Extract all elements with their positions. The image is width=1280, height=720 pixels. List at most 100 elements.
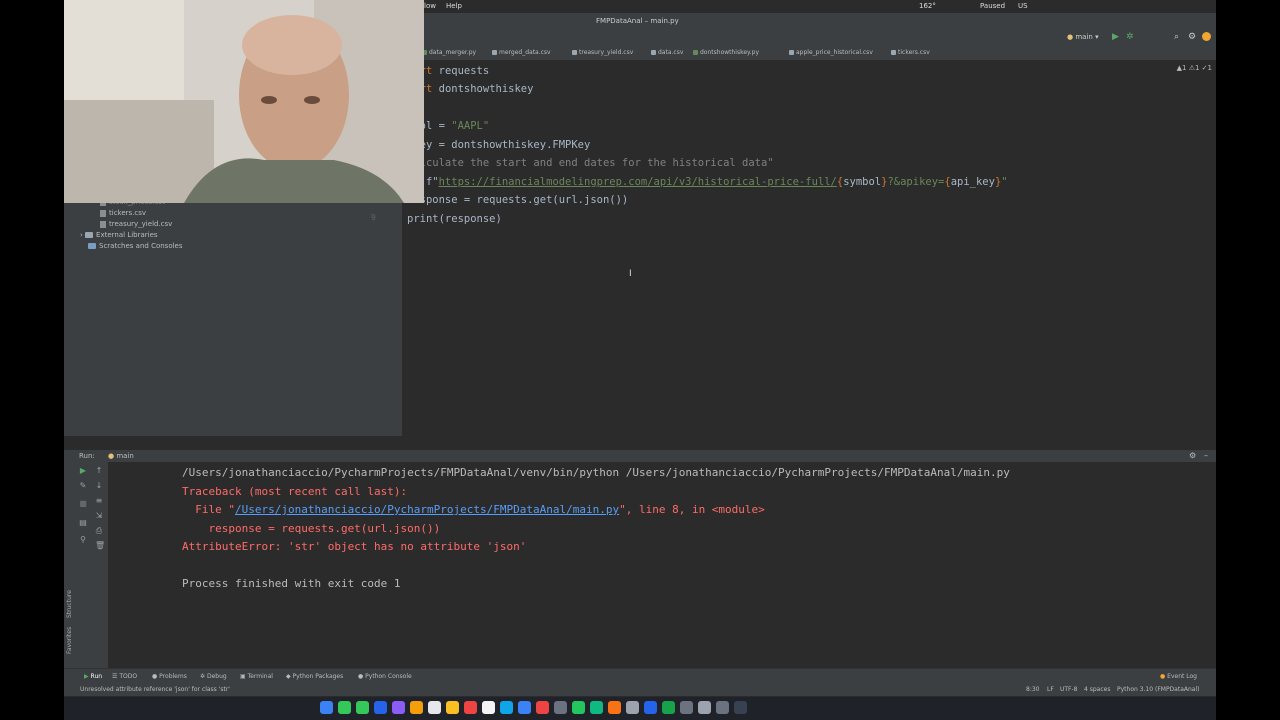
run-header: Run: ● main ⚙ – (64, 450, 1216, 462)
run-console[interactable]: /Users/jonathanciaccio/PycharmProjects/F… (64, 462, 1216, 668)
trash-icon[interactable] (734, 701, 747, 714)
scroll-to-end-icon[interactable]: ⇲ (95, 512, 103, 520)
line-separator[interactable]: LF (1047, 686, 1054, 693)
left-tool-strip: Structure Favorites (64, 462, 76, 668)
tree-external-libraries[interactable]: › External Libraries (80, 231, 158, 239)
python-icon: ● (108, 452, 115, 460)
package-icon: ◆ (286, 673, 291, 680)
code-editor[interactable]: port requests port dontshowthiskey mbol … (371, 60, 1216, 436)
file-encoding[interactable]: UTF-8 (1060, 686, 1078, 693)
notification-icon[interactable] (1202, 32, 1211, 41)
tree-file-tickers[interactable]: tickers.csv (100, 209, 146, 217)
event-log-button[interactable]: ● Event Log (1160, 673, 1197, 680)
tab-apple-price-historical[interactable]: apple_price_historical.csv (789, 49, 873, 56)
messages-icon[interactable] (338, 701, 351, 714)
window-title: FMPDataAnal – main.py (596, 17, 679, 25)
up-arrow-icon[interactable]: ↑ (95, 467, 103, 475)
code-line-7: = f"https://financialmodelingprep.com/ap… (413, 176, 1008, 188)
search-icon[interactable]: ⌕ (1174, 32, 1179, 42)
text-cursor-icon: I (629, 269, 632, 279)
library-icon (85, 232, 94, 238)
tool-tab-run[interactable]: ▶ Run (84, 673, 102, 680)
event-log-icon: ● (1160, 673, 1166, 680)
console-file-link[interactable]: /Users/jonathanciaccio/PycharmProjects/F… (235, 503, 619, 516)
minimize-icon[interactable]: – (1204, 451, 1208, 460)
mail-icon[interactable] (374, 701, 387, 714)
tab-merged-data[interactable]: merged_data.csv (492, 49, 551, 56)
run-actions: ▶ ↑ ✎ ↓ ■ ≡ ⇲ ▤ ⎙ ⚲ 🗑 (76, 462, 108, 668)
webcam-video (64, 0, 424, 203)
soft-wrap-icon[interactable]: ≡ (95, 497, 103, 505)
favorites-tab[interactable]: Favorites (66, 627, 73, 654)
csv-file-icon (651, 50, 656, 55)
notes-icon[interactable] (428, 701, 441, 714)
structure-tab[interactable]: Structure (66, 590, 73, 618)
status-message: Unresolved attribute reference 'json' fo… (80, 686, 230, 693)
print-icon[interactable]: ⎙ (95, 527, 103, 535)
music-icon[interactable] (464, 701, 477, 714)
terminal-icon[interactable] (680, 701, 693, 714)
scratches-icon (88, 243, 96, 249)
menu-item-window[interactable]: low (424, 2, 436, 10)
inspection-widget[interactable]: ▲1 ⚠1 ✓1 (1177, 64, 1212, 72)
app-icon[interactable] (554, 701, 567, 714)
layout-icon[interactable]: ▤ (79, 519, 87, 527)
problems-icon: ● (152, 673, 158, 680)
csv-file-icon (572, 50, 577, 55)
tab-dontshowthiskey[interactable]: dontshowthiskey.py (693, 49, 759, 56)
play-icon: ▶ (84, 673, 89, 680)
spotify-icon[interactable] (572, 701, 585, 714)
facetime-icon[interactable] (356, 701, 369, 714)
debug-icon[interactable]: ✲ (1126, 32, 1134, 42)
app-icon[interactable] (716, 701, 729, 714)
tree-file-treasury-yield[interactable]: treasury_yield.csv (100, 220, 172, 228)
trash-icon[interactable]: 🗑 (95, 542, 105, 550)
tool-tab-problems[interactable]: ● Problems (152, 673, 187, 680)
tool-tab-python-packages[interactable]: ◆ Python Packages (286, 673, 343, 680)
python-interpreter[interactable]: Python 3.10 (FMPDataAnal) (1117, 686, 1199, 693)
stop-icon[interactable]: ■ (79, 500, 87, 508)
wrench-icon[interactable]: ✎ (79, 482, 87, 490)
vlc-icon[interactable] (608, 701, 621, 714)
gear-icon[interactable]: ⚙ (1189, 451, 1196, 460)
run-icon[interactable]: ▶ (1112, 32, 1119, 42)
run-tab-main[interactable]: ● main (108, 452, 134, 460)
app-icon[interactable] (392, 701, 405, 714)
excel-icon[interactable] (662, 701, 675, 714)
tab-tickers[interactable]: tickers.csv (891, 49, 930, 56)
paused-status[interactable]: Paused (980, 2, 1005, 10)
stickies-icon[interactable] (446, 701, 459, 714)
down-arrow-icon[interactable]: ↓ (95, 482, 103, 490)
indent-setting[interactable]: 4 spaces (1084, 686, 1110, 693)
run-label: Run: (79, 452, 95, 460)
app-store-icon[interactable] (518, 701, 531, 714)
tool-tab-todo[interactable]: ☰ TODO (112, 673, 137, 680)
menu-item-help[interactable]: Help (446, 2, 462, 10)
run-config-selector[interactable]: ● main ▾ (1067, 33, 1099, 41)
csv-file-icon (100, 220, 106, 228)
word-icon[interactable] (644, 701, 657, 714)
keyboard-layout[interactable]: US (1018, 2, 1028, 10)
tab-data-csv[interactable]: data.csv (651, 49, 683, 56)
app-icon[interactable] (626, 701, 639, 714)
tree-scratches[interactable]: Scratches and Consoles (88, 242, 183, 250)
finder-icon[interactable] (320, 701, 333, 714)
gear-icon[interactable]: ⚙ (1188, 32, 1196, 42)
webcam-overlay (64, 0, 424, 203)
calendar-icon[interactable] (482, 701, 495, 714)
caret-position[interactable]: 8:30 (1026, 686, 1039, 693)
pycharm-icon[interactable] (590, 701, 603, 714)
tool-tab-debug[interactable]: ✲ Debug (200, 673, 227, 680)
rerun-icon[interactable]: ▶ (79, 467, 87, 475)
photos-icon[interactable] (500, 701, 513, 714)
tab-treasury-yield[interactable]: treasury_yield.csv (572, 49, 633, 56)
tab-data-merger[interactable]: data_merger.py (422, 49, 476, 56)
pin-icon[interactable]: ⚲ (79, 536, 87, 544)
preview-icon[interactable] (698, 701, 711, 714)
tool-tab-python-console[interactable]: ● Python Console (358, 673, 412, 680)
chrome-icon[interactable] (410, 701, 423, 714)
app-icon[interactable] (536, 701, 549, 714)
tool-tab-terminal[interactable]: ▣ Terminal (240, 673, 273, 680)
csv-file-icon (891, 50, 896, 55)
csv-file-icon (100, 209, 106, 217)
